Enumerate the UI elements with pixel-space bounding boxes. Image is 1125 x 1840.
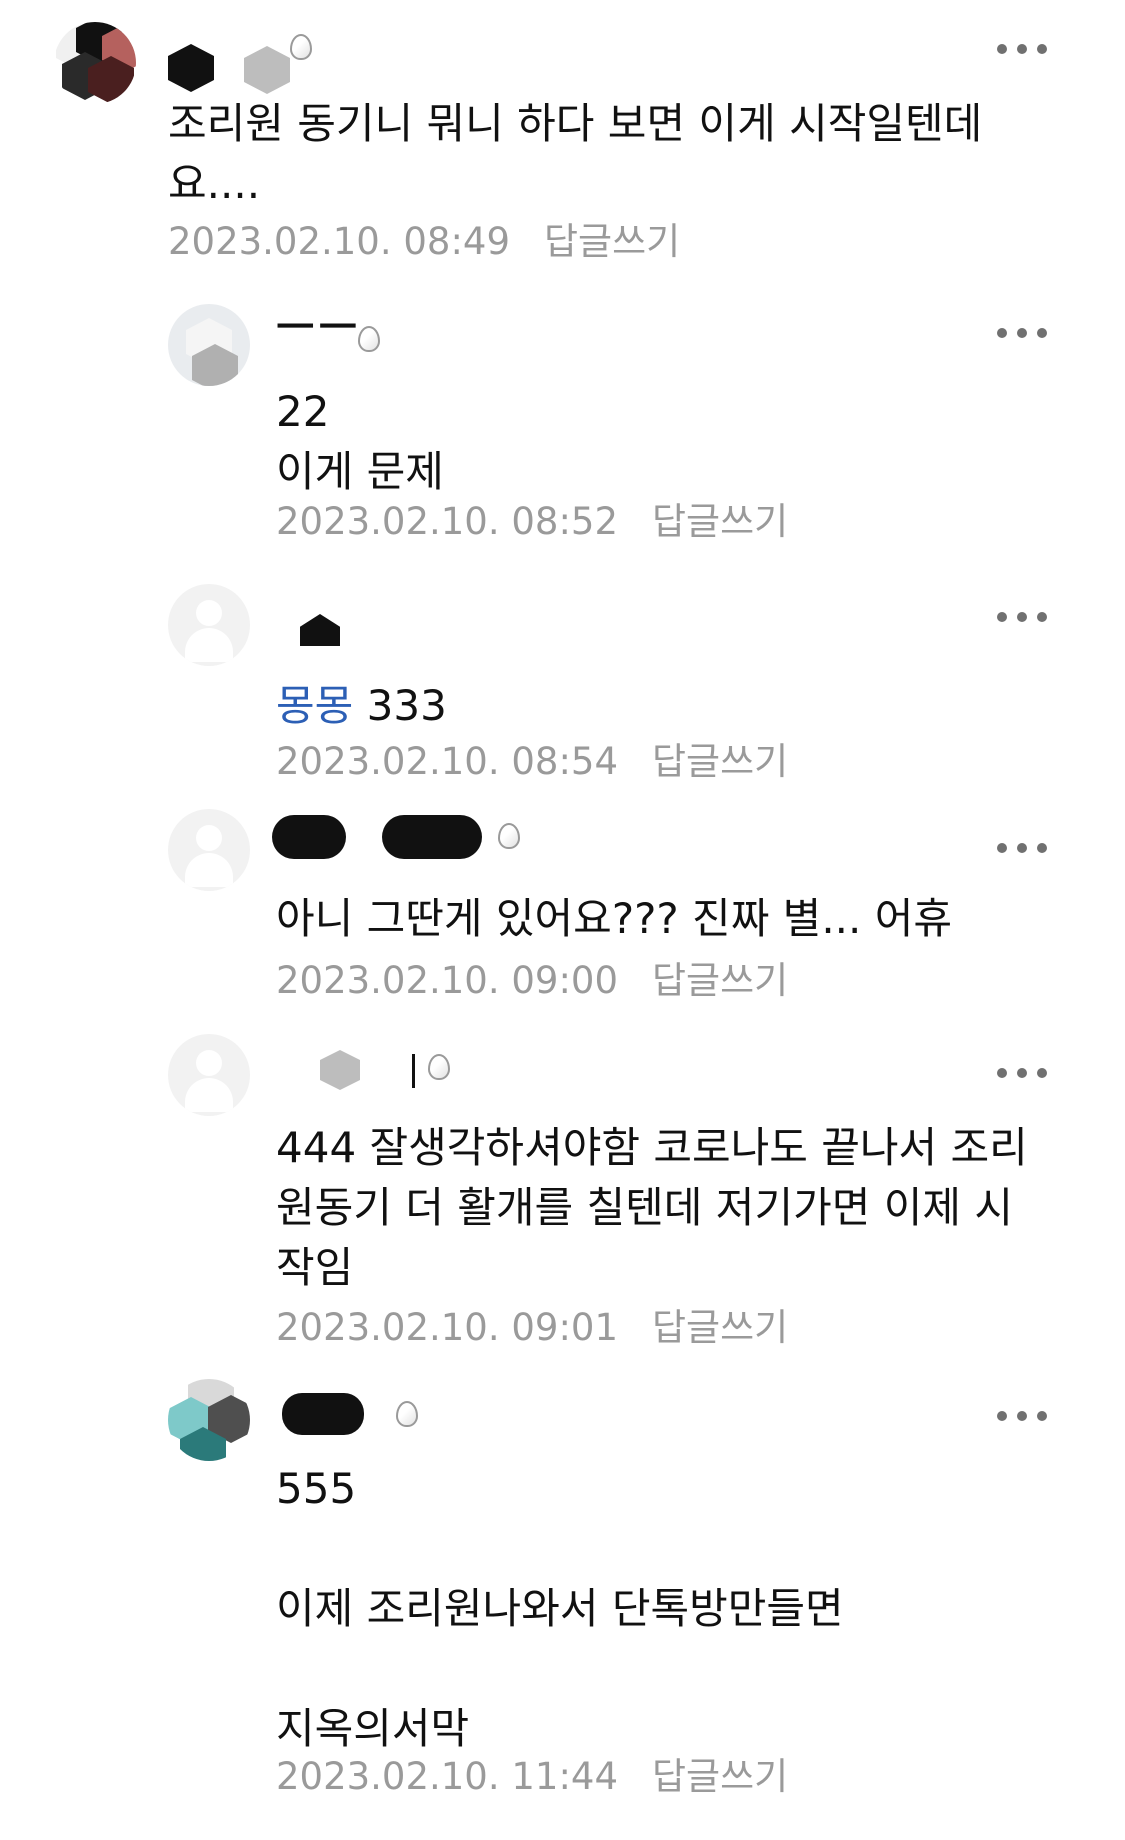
reply-button[interactable]: 답글쓰기 [652,500,788,543]
nickname-redacted[interactable] [168,34,328,94]
avatar[interactable] [54,22,136,104]
comment-3: 몽몽 333 2023.02.10. 08:54 답글쓰기 [0,580,1125,783]
reply-button[interactable]: 답글쓰기 [652,959,788,1002]
more-options-icon[interactable] [997,1409,1047,1423]
reply-button[interactable]: 답글쓰기 [652,1306,788,1349]
egg-icon [358,326,380,352]
avatar[interactable] [168,304,250,386]
comment-time: 2023.02.10. 08:52 [276,500,618,543]
comment-text: 아니 그딴게 있어요??? 진짜 별... 어휴 [276,894,953,943]
reply-button[interactable]: 답글쓰기 [652,1755,788,1798]
more-options-icon[interactable] [997,841,1047,855]
comment-6: 555 이제 조리원나와서 단톡방만들면 지옥의서막 2023.02.10. 1… [0,1375,1125,1840]
more-options-icon[interactable] [997,1066,1047,1080]
comment-2: ㅡㅡ 22 이게 문제 2023.02.10. 08:52 답글쓰기 [0,290,1125,543]
reply-button[interactable]: 답글쓰기 [544,220,680,263]
nickname-redacted[interactable] [282,1393,442,1441]
more-options-icon[interactable] [997,326,1047,340]
comment-text: 22 이게 문제 [276,387,444,496]
comment-text: 444 잘생각하셔야함 코로나도 끝나서 조리 원동기 더 활개를 칠텐데 저기… [276,1123,1028,1292]
egg-icon [428,1054,450,1080]
comment-text: 555 이제 조리원나와서 단톡방만들면 지옥의서막 [276,1464,844,1753]
avatar[interactable] [168,1379,250,1461]
comment-text: 몽몽 333 [276,681,447,730]
comment-5: 444 잘생각하셔야함 코로나도 끝나서 조리 원동기 더 활개를 칠텐데 저기… [0,1030,1125,1350]
more-options-icon[interactable] [997,610,1047,624]
comment-time: 2023.02.10. 08:49 [168,220,510,263]
default-profile-icon[interactable] [168,1034,250,1116]
egg-icon [290,34,312,60]
mention-link[interactable]: 몽몽 [276,681,353,730]
nickname-redacted[interactable] [272,815,532,863]
comment-text: 조리원 동기니 뭐니 하다 보면 이게 시작일텐데 요.... [168,99,983,208]
reply-button[interactable]: 답글쓰기 [652,740,788,783]
default-profile-icon[interactable] [168,809,250,891]
default-profile-icon[interactable] [168,584,250,666]
nickname[interactable]: ㅡㅡ [276,304,456,352]
nickname-redacted[interactable] [300,614,360,662]
comment-4: 아니 그딴게 있어요??? 진짜 별... 어휴 2023.02.10. 09:… [0,805,1125,1002]
comment-time: 2023.02.10. 11:44 [276,1755,618,1798]
egg-icon [396,1401,418,1427]
egg-icon [498,823,520,849]
more-options-icon[interactable] [997,42,1047,56]
comment-time: 2023.02.10. 09:01 [276,1306,618,1349]
comment-time: 2023.02.10. 09:00 [276,959,618,1002]
comment-1: 조리원 동기니 뭐니 하다 보면 이게 시작일텐데 요.... 2023.02.… [0,0,1125,270]
nickname-redacted[interactable] [320,1050,480,1098]
comment-time: 2023.02.10. 08:54 [276,740,618,783]
nickname-text: ㅡㅡ [276,303,362,352]
